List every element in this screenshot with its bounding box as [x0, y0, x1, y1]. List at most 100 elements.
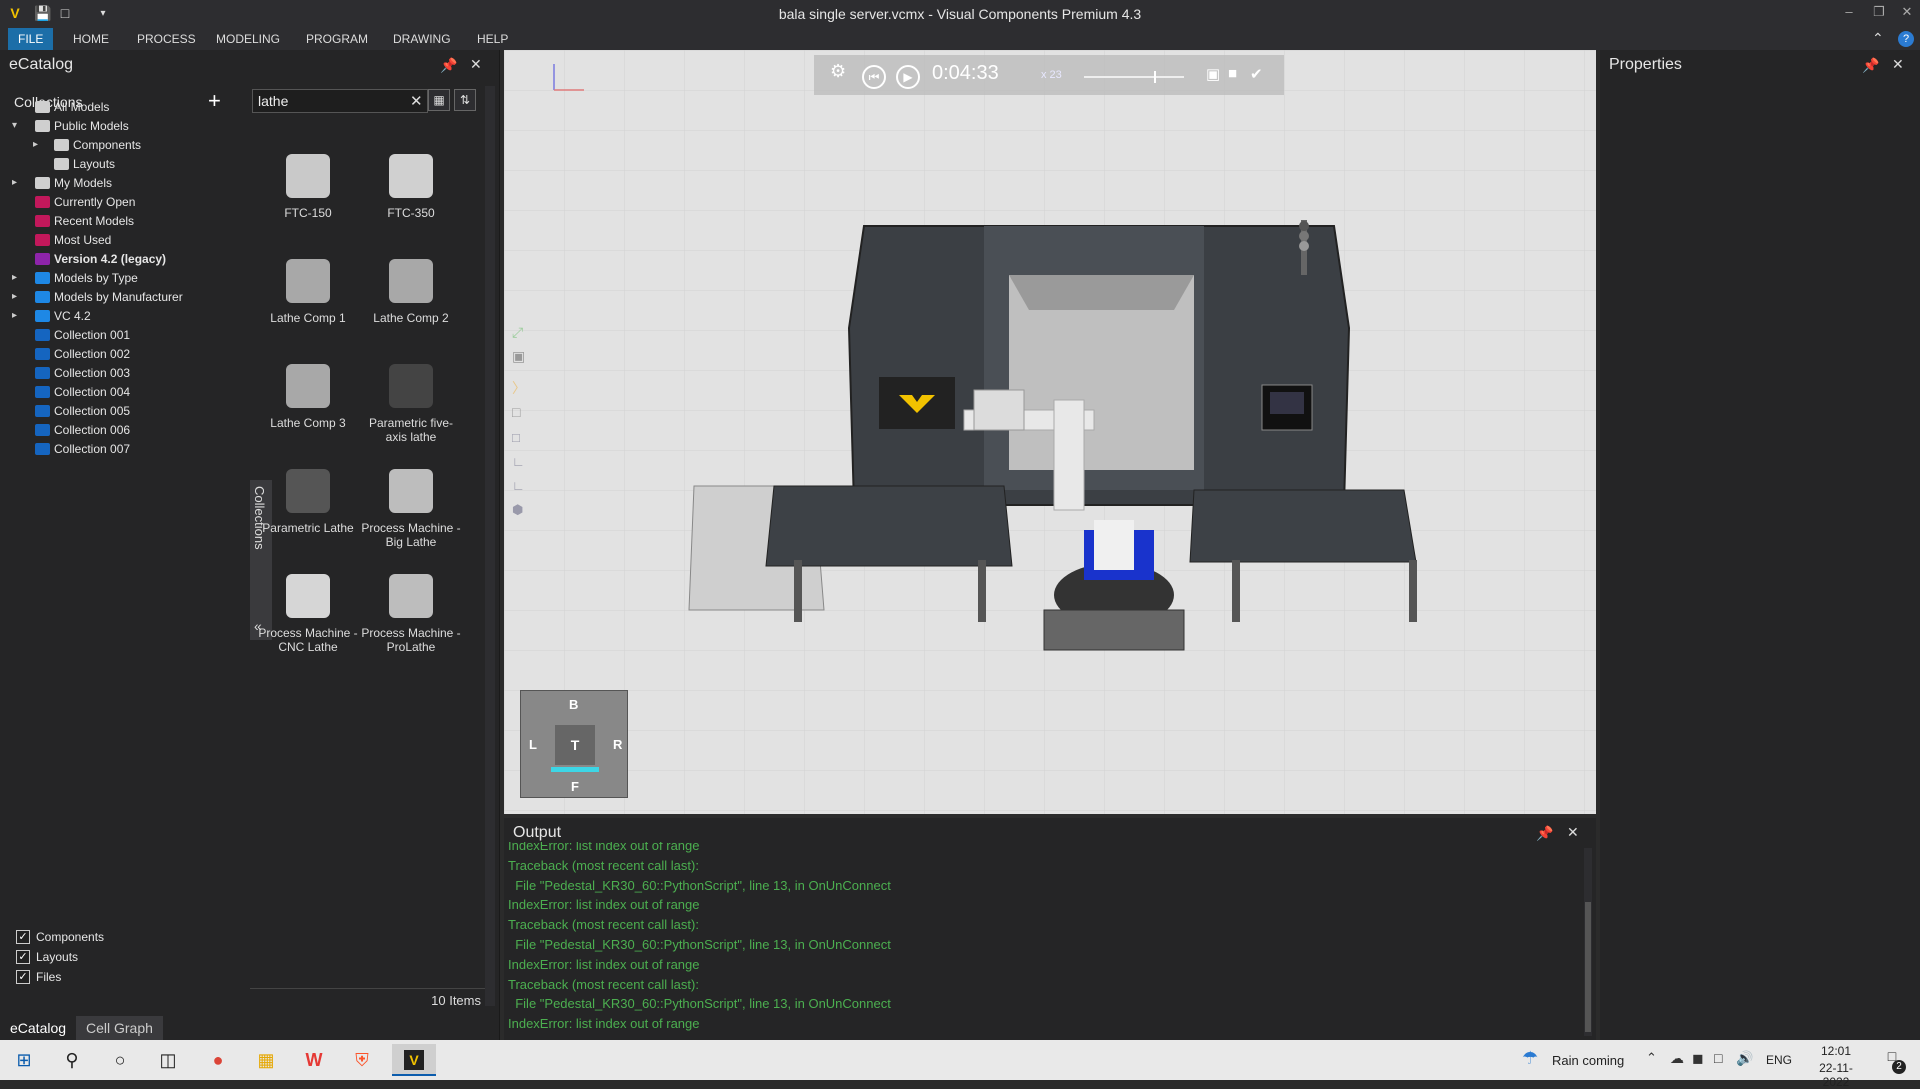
nav-cube-back[interactable]: B [569, 697, 578, 712]
sim-settings-gear-icon[interactable]: ⚙ [830, 61, 846, 82]
weather-text[interactable]: Rain coming [1552, 1053, 1624, 1068]
output-close-icon[interactable]: ✕ [1567, 824, 1579, 841]
speed-slider[interactable] [1084, 76, 1184, 78]
menu-program[interactable]: PROGRAM [306, 32, 368, 46]
tree-item[interactable]: Most Used [35, 231, 111, 249]
rewind-icon[interactable]: ⏮ [862, 65, 886, 89]
catalog-item[interactable]: FTC-150 [258, 154, 358, 220]
file-explorer-icon[interactable]: ▦ [254, 1048, 278, 1072]
menu-drawing[interactable]: DRAWING [393, 32, 451, 46]
filter-checkbox[interactable]: ✓ [16, 970, 30, 984]
windows-start-icon[interactable]: ⊞ [12, 1048, 36, 1072]
task-view-icon[interactable]: ◫ [156, 1048, 180, 1072]
collapsed-arrow-icon[interactable]: ▸ [12, 288, 17, 306]
network-icon[interactable]: □ [1714, 1050, 1722, 1066]
help-icon[interactable]: ? [1898, 31, 1914, 47]
filter-checkbox[interactable]: ✓ [16, 950, 30, 964]
tree-item[interactable]: Collection 007 [35, 440, 130, 458]
box-view-icon[interactable]: □ [512, 404, 534, 430]
selection-icon[interactable]: 〉 [512, 378, 534, 404]
tray-expand-icon[interactable]: ⌃ [1646, 1050, 1657, 1066]
tree-item[interactable]: Collection 006 [35, 421, 130, 439]
expanded-arrow-icon[interactable]: ▾ [12, 117, 17, 135]
onedrive-icon[interactable]: ☁ [1670, 1050, 1684, 1067]
sort-icon[interactable]: ⇅ [454, 89, 476, 111]
close-window-icon[interactable]: ✕ [1898, 4, 1916, 22]
tree-item[interactable]: ▾ Public Models [12, 117, 129, 135]
collapsed-arrow-icon[interactable]: ▸ [12, 307, 17, 325]
3d-viewport[interactable]: ⚙ ⏮ ▶ 0:04:33 x 23 ▣ ■ ✔ ⤢ ▣ 〉 □ □ ∟ ∟ ⬢… [504, 50, 1596, 814]
cortana-icon[interactable]: ○ [108, 1048, 132, 1072]
nav-cube[interactable]: T B L R F [520, 690, 628, 798]
menu-modeling[interactable]: MODELING [216, 32, 280, 46]
output-pin-icon[interactable]: 📌 [1536, 825, 1553, 842]
fit-view-icon[interactable]: ⤢ [512, 324, 534, 348]
tree-item[interactable]: ▸ My Models [12, 174, 112, 192]
tree-item[interactable]: Recent Models [35, 212, 134, 230]
properties-close-icon[interactable]: ✕ [1892, 56, 1904, 73]
snap-icon[interactable]: ∟ [512, 454, 534, 478]
catalog-item[interactable]: Process Machine - CNC Lathe [258, 574, 358, 654]
collapse-ribbon-icon[interactable]: ⌃ [1872, 30, 1884, 47]
collapsed-arrow-icon[interactable]: ▸ [12, 174, 17, 192]
snapshot-icon[interactable]: ▣ [1206, 65, 1220, 83]
tree-item[interactable]: Layouts [54, 155, 115, 173]
catalog-item[interactable]: Parametric five-axis lathe [361, 364, 461, 444]
tree-item[interactable]: ▸ Models by Type [12, 269, 138, 287]
catalog-item[interactable]: Process Machine - ProLathe [361, 574, 461, 654]
catalog-scrollbar[interactable] [485, 86, 495, 1006]
catalog-item[interactable]: Process Machine - Big Lathe [361, 469, 461, 549]
clock[interactable]: 12:01 22-11-2022 [1806, 1044, 1866, 1089]
tree-item[interactable]: Collection 005 [35, 402, 130, 420]
nav-cube-front[interactable]: F [571, 779, 579, 794]
filter-checkbox[interactable]: ✓ [16, 930, 30, 944]
weather-icon[interactable]: ☂ [1522, 1048, 1538, 1069]
visual-components-taskbar-button[interactable]: V [392, 1044, 436, 1076]
projection-icon[interactable]: □ [512, 430, 534, 454]
tree-item[interactable]: Collection 004 [35, 383, 130, 401]
play-icon[interactable]: ▶ [896, 65, 920, 89]
clear-search-icon[interactable]: ✕ [410, 92, 423, 110]
nav-cube-top[interactable]: T [555, 725, 595, 765]
tree-item[interactable]: Collection 001 [35, 326, 130, 344]
catalog-search-input[interactable] [252, 89, 428, 113]
catalog-item[interactable]: Lathe Comp 1 [258, 259, 358, 325]
render-mode-icon[interactable]: ⬢ [512, 502, 534, 526]
tree-item[interactable]: ▸ VC 4.2 [12, 307, 91, 325]
nav-cube-right[interactable]: R [613, 737, 622, 752]
properties-pin-icon[interactable]: 📌 [1862, 57, 1879, 74]
volume-icon[interactable]: 🔊 [1736, 1050, 1753, 1067]
nav-cube-left[interactable]: L [529, 737, 537, 752]
fill-view-icon[interactable]: ▣ [512, 348, 534, 378]
catalog-item[interactable]: Parametric Lathe [258, 469, 358, 535]
brave-icon[interactable]: ⛨ [350, 1048, 374, 1072]
search-icon[interactable]: ⚲ [60, 1048, 84, 1072]
menu-home[interactable]: HOME [73, 32, 109, 46]
grid-view-icon[interactable]: ▦ [428, 89, 450, 111]
record-video-icon[interactable]: ■ [1228, 65, 1237, 82]
tree-item[interactable]: ▸ Components [33, 136, 141, 154]
tree-item[interactable]: Collection 002 [35, 345, 130, 363]
tree-item[interactable]: All Models [35, 98, 109, 116]
tab-cell-graph[interactable]: Cell Graph [76, 1016, 163, 1040]
restore-icon[interactable]: ❐ [1870, 4, 1888, 22]
catalog-item[interactable]: Lathe Comp 3 [258, 364, 358, 430]
tree-item[interactable]: Currently Open [35, 193, 135, 211]
vr-icon[interactable]: ✔ [1250, 65, 1263, 83]
camera-icon[interactable]: ◼ [1692, 1050, 1704, 1067]
tree-item[interactable]: Collection 003 [35, 364, 130, 382]
wps-office-icon[interactable]: W [302, 1048, 326, 1072]
tree-item[interactable]: ▸ Models by Manufacturer [12, 288, 183, 306]
menu-file[interactable]: FILE [8, 28, 54, 50]
catalog-item[interactable]: FTC-350 [361, 154, 461, 220]
speed-slider-thumb[interactable] [1154, 71, 1156, 83]
output-scrollbar[interactable] [1584, 848, 1592, 1036]
minimize-icon[interactable]: – [1840, 4, 1858, 22]
menu-help[interactable]: HELP [477, 32, 508, 46]
menu-process[interactable]: PROCESS [137, 32, 196, 46]
measure-icon[interactable]: ∟ [512, 478, 534, 502]
tree-item[interactable]: Version 4.2 (legacy) [35, 250, 166, 268]
collapsed-arrow-icon[interactable]: ▸ [33, 136, 38, 154]
language-indicator[interactable]: ENG [1766, 1053, 1792, 1067]
catalog-item[interactable]: Lathe Comp 2 [361, 259, 461, 325]
